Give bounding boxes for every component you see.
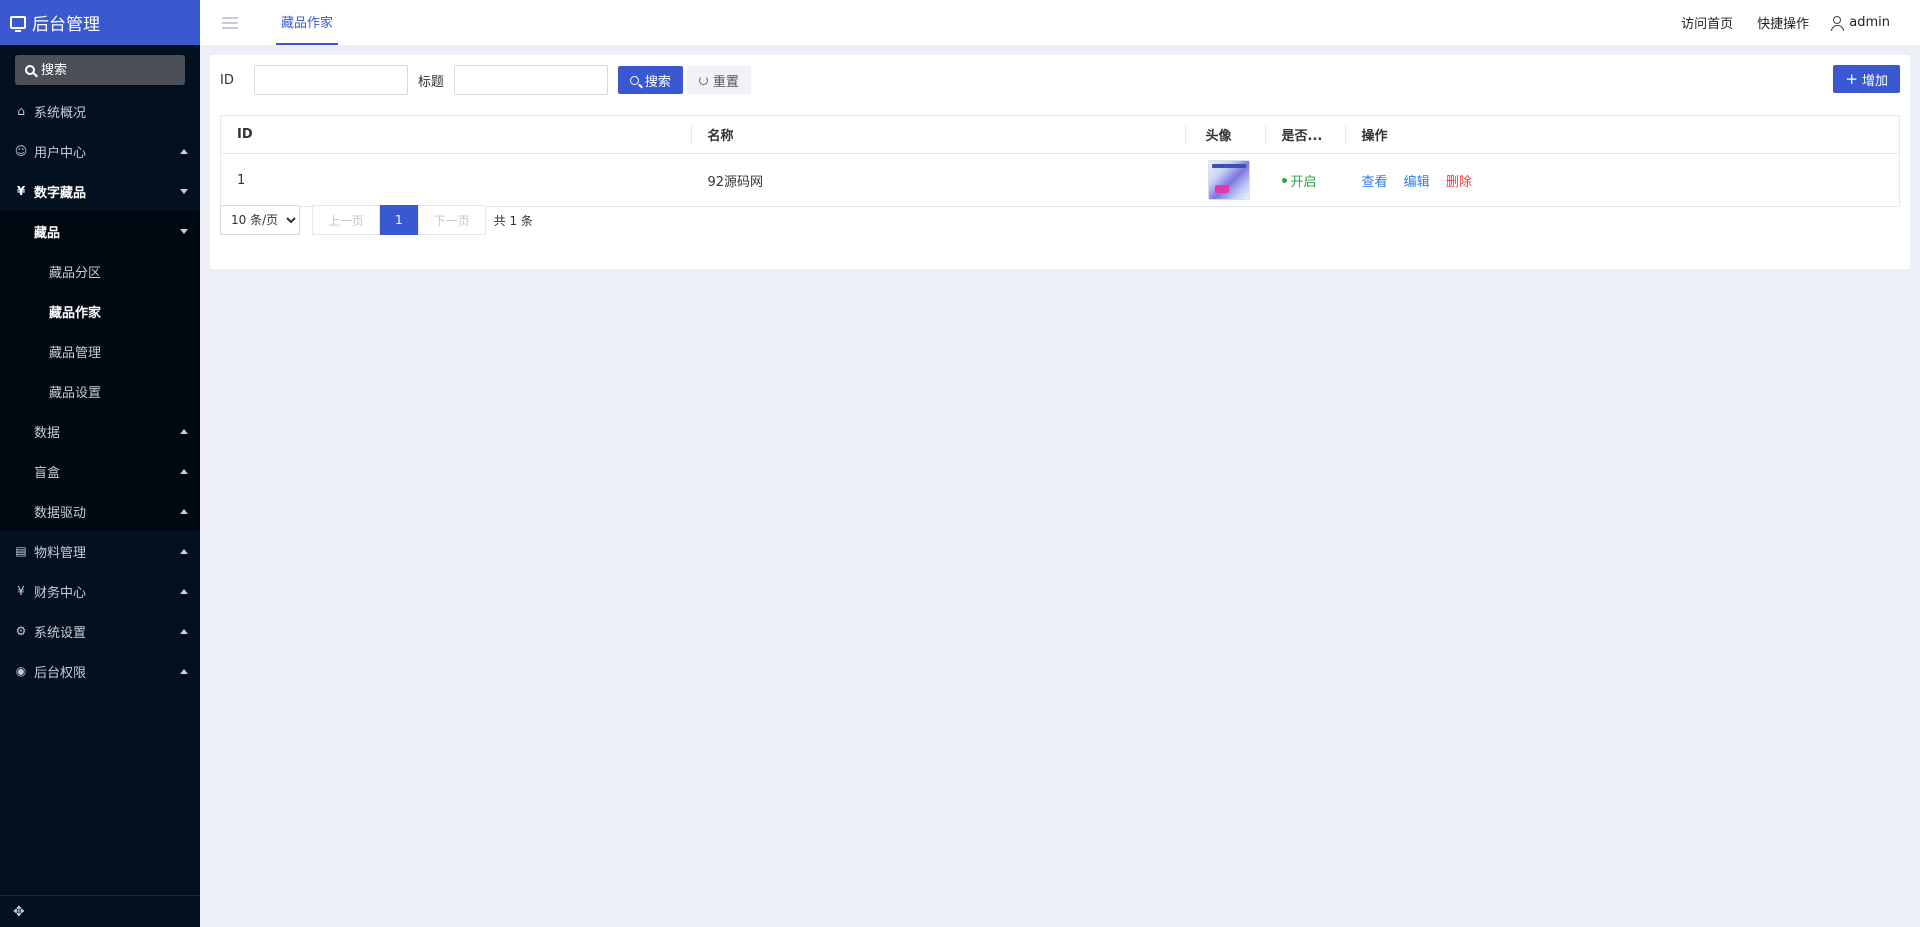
cell-actions: 查看 编辑 删除 [1346,154,1900,207]
visit-home-link[interactable]: 访问首页 [1681,13,1733,32]
monitor-icon [10,16,26,32]
table-header-row: ID 名称 头像 是否... 操作 [220,115,1900,154]
yen-icon: ¥ [16,184,26,198]
next-page-button[interactable]: 下一页 [417,205,486,235]
sidebar-search-input[interactable] [41,62,171,78]
status-dot-icon [1281,177,1287,183]
status-badge: 开启 [1281,171,1317,190]
chevron-up-icon [180,588,188,594]
sidebar-item-collection-manage[interactable]: 藏品管理 [0,331,200,371]
sidebar-item-system-settings[interactable]: ⚙ 系统设置 [0,611,200,651]
sidebar-submenu: 藏品 藏品分区 藏品作家 藏品管理 藏品设置 数据 盲盒 数据驱动 [0,211,200,531]
sidebar-item-collection-zone[interactable]: 藏品分区 [0,251,200,291]
sidebar-item-data[interactable]: 数据 [0,411,200,451]
chevron-up-icon [180,548,188,554]
sidebar-item-user-center[interactable]: ☺ 用户中心 [0,131,200,171]
header-links: 访问首页 快捷操作 admin [1681,13,1920,32]
chevron-up-icon [180,668,188,674]
search-icon [25,65,35,75]
title-label: 标题 [417,74,444,90]
sidebar-item-collection[interactable]: 藏品 [0,211,200,251]
menu-toggle-icon[interactable] [222,16,238,29]
content-card: ID 标题 搜索 重置 + 增加 ID 名称 头像 是否... 操作 1 92源… [210,55,1910,269]
reset-button[interactable]: 重置 [686,66,751,94]
cell-status: 开启 [1266,154,1346,207]
table-row: 1 92源码网 开启 查看 编辑 删除 [221,154,1900,207]
sidebar: 后台管理 ⌂ 系统概况 ☺ 用户中心 ¥ 数字藏品 藏品 藏品分区 [0,0,200,927]
avatar-image[interactable] [1207,160,1250,200]
home-icon: ⌂ [17,104,25,118]
prev-page-button[interactable]: 上一页 [312,205,381,235]
pagination: 10 条/页 上一页 1 下一页 共 1 条 [220,205,533,235]
col-name: 名称 [691,115,1186,154]
user-icon [1831,16,1845,31]
sidebar-item-digital-collections[interactable]: ¥ 数字藏品 [0,171,200,211]
move-icon[interactable]: ✥ [13,904,25,920]
gear-icon: ⚙ [15,624,27,638]
edit-link[interactable]: 编辑 [1404,175,1430,190]
data-table: ID 名称 头像 是否... 操作 1 92源码网 开启 查看 编辑 删除 [220,115,1900,207]
chevron-down-icon [180,228,188,234]
sidebar-item-overview[interactable]: ⌂ 系统概况 [0,91,200,131]
view-link[interactable]: 查看 [1362,175,1388,190]
chevron-up-icon [180,428,188,434]
sidebar-item-collection-artist[interactable]: 藏品作家 [0,291,200,331]
col-actions: 操作 [1345,115,1900,154]
sidebar-search[interactable] [15,55,185,85]
quick-ops-link[interactable]: 快捷操作 [1757,13,1809,32]
brand[interactable]: 后台管理 [0,0,200,45]
user-name: admin [1849,15,1890,30]
tab-collection-artist[interactable]: 藏品作家 [276,0,339,45]
document-icon: ▤ [15,544,27,558]
user-circle-icon: ◉ [15,664,27,678]
id-label: ID [220,72,234,88]
top-header: 藏品作家 访问首页 快捷操作 admin [200,0,1920,45]
col-enabled: 是否... [1265,115,1346,154]
search-button[interactable]: 搜索 [617,66,683,94]
delete-link[interactable]: 删除 [1446,175,1472,190]
sidebar-item-materials[interactable]: ▤ 物料管理 [0,531,200,571]
page-size-select[interactable]: 10 条/页 [220,205,300,235]
chevron-up-icon [180,508,188,514]
sidebar-footer[interactable]: ✥ [0,895,200,927]
page-1-button[interactable]: 1 [380,205,418,235]
col-avatar: 头像 [1185,115,1266,154]
cell-id: 1 [237,172,246,188]
add-button[interactable]: + 增加 [1833,65,1900,93]
cell-avatar [1186,154,1266,207]
col-id: ID [220,115,692,154]
sidebar-item-finance[interactable]: ¥ 财务中心 [0,571,200,611]
cell-name: 92源码网 [707,174,764,190]
search-icon [629,75,639,85]
users-icon: ☺ [14,144,28,158]
plus-icon: + [1845,69,1858,88]
chevron-up-icon [180,468,188,474]
chevron-up-icon [180,148,188,154]
sidebar-item-blind-box[interactable]: 盲盒 [0,451,200,491]
title-input[interactable] [453,65,608,95]
total-count: 共 1 条 [493,213,533,228]
chevron-down-icon [180,188,188,194]
brand-title: 后台管理 [32,15,100,35]
search-toolbar: ID 标题 搜索 重置 + 增加 [220,65,1900,95]
yen-icon: ¥ [17,584,25,598]
sidebar-item-collection-settings[interactable]: 藏品设置 [0,371,200,411]
sidebar-menu: ⌂ 系统概况 ☺ 用户中心 ¥ 数字藏品 藏品 藏品分区 藏品作家 藏品管理 藏… [0,91,200,691]
chevron-up-icon [180,628,188,634]
sidebar-item-data-driver[interactable]: 数据驱动 [0,491,200,531]
sidebar-item-admin-permissions[interactable]: ◉ 后台权限 [0,651,200,691]
refresh-icon [698,75,708,85]
id-input[interactable] [253,65,408,95]
user-menu[interactable]: admin [1831,15,1890,31]
